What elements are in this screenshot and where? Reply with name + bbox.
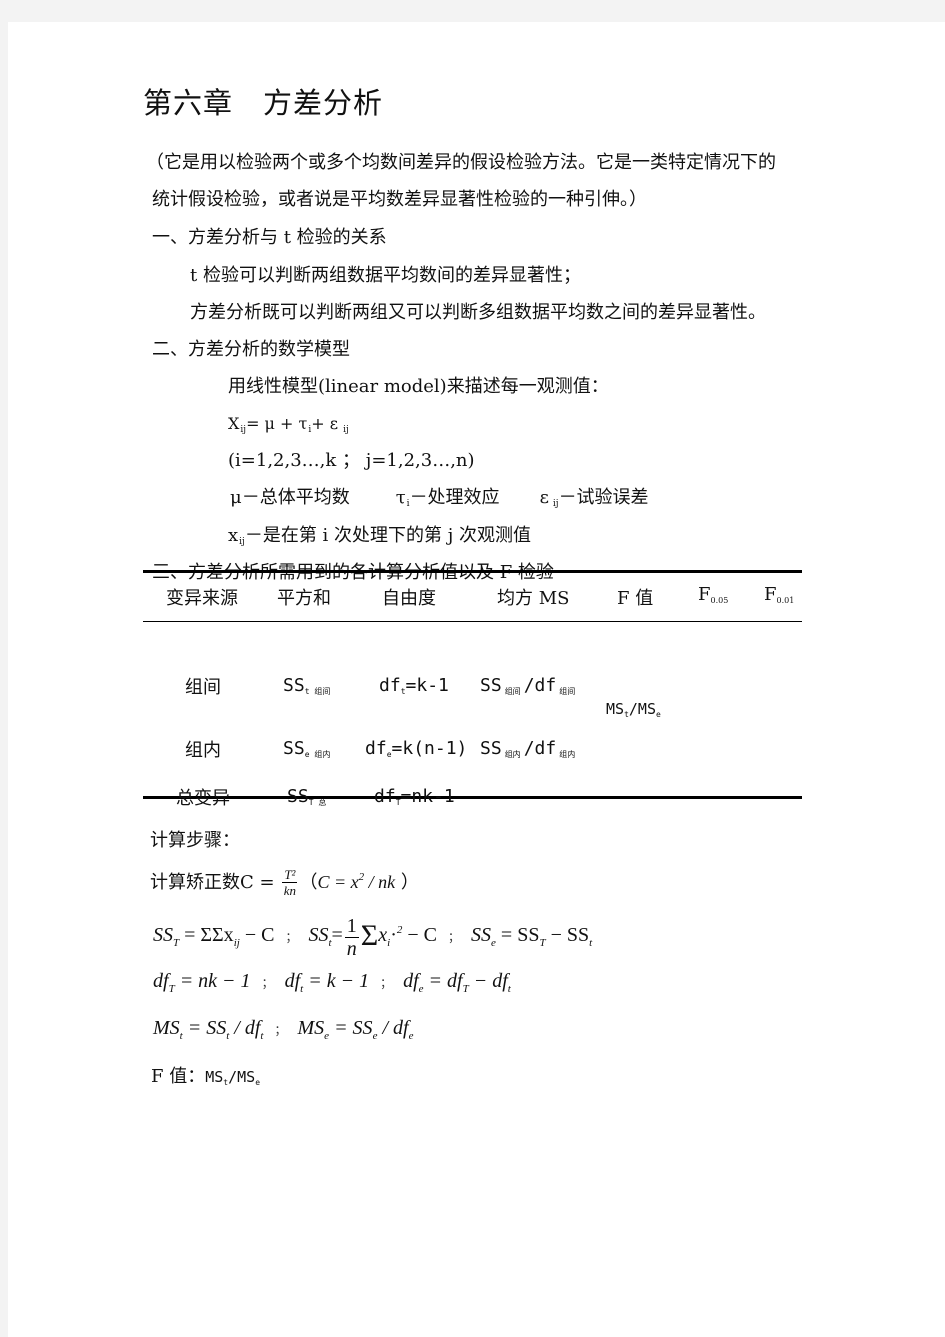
chapter-name: 方差分析 bbox=[263, 86, 384, 120]
row-within-ss: SSe 组内 bbox=[283, 738, 331, 759]
table-bottom-rule bbox=[143, 796, 802, 799]
model-legend: μ－总体平均数 τi－处理效应 ε ij－试验误差 bbox=[230, 487, 649, 509]
chapter-number: 第六章 bbox=[143, 86, 234, 120]
row-total-df: dfT=nk-1 bbox=[374, 786, 455, 807]
steps-heading: 计算步骤： bbox=[150, 830, 240, 851]
col-header-f001: F0.01 bbox=[764, 584, 795, 605]
col-header-df: 自由度 bbox=[382, 588, 436, 609]
col-header-f005: F0.05 bbox=[698, 584, 729, 605]
table-header-rule bbox=[143, 621, 802, 622]
section-1-heading: 一、方差分析与 t 检验的关系 bbox=[152, 227, 387, 248]
mu-definition: μ－总体平均数 bbox=[230, 487, 350, 508]
model-equation: Xij= μ + τi+ ε ij bbox=[228, 414, 349, 435]
col-header-ss: 平方和 bbox=[277, 588, 331, 609]
table-top-rule bbox=[143, 570, 802, 573]
col-header-f: F 值 bbox=[617, 588, 654, 609]
row-between-ss: SSt 组间 bbox=[283, 675, 331, 696]
ss-formulas: SST = ΣΣxij − C ； SSt= 1 n Σxi·2 − C ； SSe … bbox=[153, 915, 593, 960]
intro-line-2: 统计假设检验，或者说是平均数差异显著性检验的一种引伸。） bbox=[152, 189, 647, 210]
ms-formulas: MSt = SSt / dft ； MSe = SSe / dfe bbox=[153, 1017, 414, 1042]
chapter-title: 第六章 方差分析 bbox=[143, 80, 383, 122]
row-within-df: dfe=k(n-1) bbox=[365, 738, 468, 759]
df-formulas: dfT = nk − 1 ； dft = k − 1 ； dfe = dfT −… bbox=[153, 970, 511, 995]
f-value-formula: MSt/MSe bbox=[606, 700, 661, 719]
row-between-source: 组间 bbox=[185, 677, 221, 698]
epsilon-definition: －试验误差 bbox=[558, 487, 649, 508]
row-within-source: 组内 bbox=[185, 740, 221, 761]
col-header-ms: 均方 MS bbox=[497, 588, 570, 609]
document-page bbox=[8, 22, 945, 1337]
row-between-ms: SS 组间/df 组间 bbox=[480, 675, 576, 696]
row-total-ss: SST 总 bbox=[287, 786, 327, 807]
row-within-ms: SS 组内/df 组内 bbox=[480, 738, 576, 759]
correction-term-formula: 计算矫正数C = T² kn （C = x2 / nk ） bbox=[150, 867, 419, 899]
section-2-heading: 二、方差分析的数学模型 bbox=[152, 339, 350, 360]
model-intro: 用线性模型(linear model)来描述每一观测值： bbox=[228, 376, 609, 397]
col-header-source: 变异来源 bbox=[166, 588, 238, 609]
tau-definition: －处理效应 bbox=[409, 487, 500, 508]
section-3-heading: 三、方差分析所需用到的各计算分析值以及 F 检验 bbox=[152, 562, 554, 584]
intro-line-1: （它是用以检验两个或多个均数间差异的假设检验方法。它是一类特定情况下的 bbox=[146, 152, 776, 173]
row-between-df: dft=k-1 bbox=[379, 675, 449, 696]
section-1-para-2: 方差分析既可以判断两组又可以判断多组数据平均数之间的差异显著性。 bbox=[190, 302, 766, 323]
f-value-line: F 值：MSt/MSe bbox=[151, 1066, 261, 1087]
section-1-para-1: t 检验可以判断两组数据平均数间的差异显著性； bbox=[190, 265, 581, 286]
xij-definition: xij－是在第 i 次处理下的第 j 次观测值 bbox=[228, 525, 532, 547]
index-ranges: (i=1,2,3…,k ； j=1,2,3…,n) bbox=[228, 450, 475, 471]
row-total-source: 总变异 bbox=[176, 788, 230, 809]
